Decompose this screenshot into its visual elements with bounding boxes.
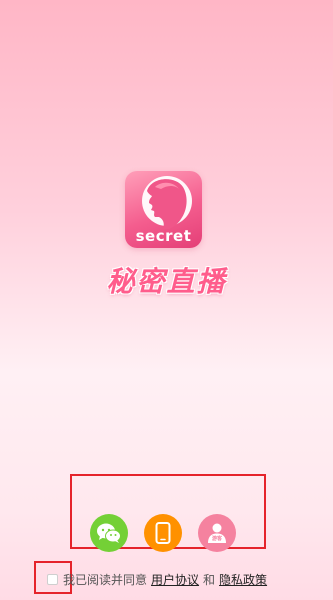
app-name: 秘密直播 [106, 265, 227, 298]
privacy-policy-link[interactable]: 隐私政策 [219, 571, 267, 588]
guest-icon-label: 游客 [211, 536, 222, 542]
user-agreement-link[interactable]: 用户协议 [151, 571, 199, 588]
phone-icon [155, 522, 171, 544]
app-logo: secret [125, 171, 202, 248]
guest-icon: 游客 [205, 521, 229, 545]
wechat-icon [97, 523, 121, 543]
agreement-prefix: 我已阅读并同意 [63, 572, 148, 587]
agreement-row: 我已阅读并同意 用户协议 和 隐私政策 [47, 570, 267, 588]
phone-login-button[interactable] [144, 514, 182, 552]
guest-login-button[interactable]: 游客 [198, 514, 236, 552]
agreement-conjunction: 和 [203, 572, 216, 587]
wechat-login-button[interactable] [90, 514, 128, 552]
agreement-checkbox[interactable] [47, 573, 58, 585]
app-icon-text: secret [135, 227, 192, 245]
